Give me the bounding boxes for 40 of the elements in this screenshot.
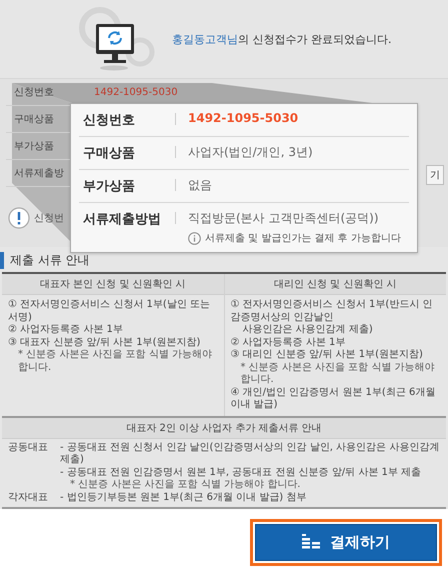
summary-label: 신청번호: [14, 86, 55, 99]
summary-label: 부가상품: [14, 140, 55, 153]
detail-note: 서류제출 및 발급인가는 결제 후 가능합니다: [205, 232, 401, 245]
side-button[interactable]: 기: [426, 165, 444, 185]
detail-label: 신청번호: [83, 112, 136, 129]
pay-button[interactable]: 결제하기: [255, 524, 437, 560]
section-title: 제출 서류 안내: [0, 252, 448, 269]
section-heading: 대표자 2인 이상 사업자 추가 제출서류 안내: [2, 416, 446, 438]
column-heading: 대리인 신청 및 신원확인 시: [224, 274, 446, 295]
document-item: ③ 대표자 신분증 앞/뒤 사본 1부(원본지참): [8, 336, 202, 349]
document-item: * 신분증 사본은 사진을 포함 식별 가능해야 합니다.: [240, 362, 436, 386]
document-item: - 공동대표 전원 신청서 인감 날인(인감증명서상의 인감 날인, 사용인감은 사용인감계 제출): [60, 442, 440, 466]
completion-message: 홍길동고객님의 신청접수가 완료되었습니다.: [172, 32, 392, 46]
application-number: 1492-1095-5030: [188, 111, 298, 125]
document-item: * 신분증 사본은 사진을 포함 식별 가능해야 합니다.: [69, 479, 302, 492]
document-item: ① 전자서명인증서비스 신청서 1부(반드시 인감증명서상의 인감날인: [230, 299, 434, 324]
detail-label: 부가상품: [83, 178, 136, 195]
detail-label: 서류제출방법: [83, 211, 162, 228]
document-item: ④ 개인/법인 인감증명서 원본 1부(최근 6개월 이내 발급): [230, 386, 436, 412]
detail-value: 사업자(법인/개인, 3년): [188, 144, 313, 161]
row-label: 각자대표: [8, 492, 49, 504]
detail-value: 없음: [188, 177, 212, 194]
document-item: ② 사업자등록증 사본 1부: [230, 336, 346, 349]
document-item: ① 전자서명인증서비스 신청서 1부(날인 또는 서명): [8, 299, 211, 324]
document-item: ② 사업자등록증 사본 1부: [8, 324, 124, 336]
document-item: ③ 대리인 신분증 앞/뒤 사본 1부(원본지참): [230, 349, 424, 362]
row-label: 공동대표: [8, 442, 49, 454]
info-icon: [188, 232, 201, 244]
summary-label: 서류제출방: [14, 167, 65, 180]
document-item: 사용인감은 사용인감계 제출): [242, 324, 374, 336]
document-item: * 신분증 사본은 사진을 포함 식별 가능해야 합니다.: [17, 349, 214, 374]
column-heading: 대표자 본인 신청 및 신원확인 시: [2, 274, 224, 295]
notice-text: 신청번: [34, 212, 64, 225]
detail-value: 직접방문(본사 고객만족센터(공덕)): [188, 210, 380, 227]
document-item: - 법인등기부등본 원본 1부(최근 6개월 이내 발급) 첨부: [60, 492, 306, 504]
summary-value: 1492-1095-5030: [94, 86, 178, 98]
document-item: - 공동대표 전원 인감증명서 원본 1부, 공동대표 전원 신분증 앞/뒤 사본 1부 제출: [60, 466, 422, 479]
stack-icon: [302, 534, 320, 550]
detail-label: 구매상품: [83, 145, 136, 162]
warning-icon: [8, 207, 30, 229]
